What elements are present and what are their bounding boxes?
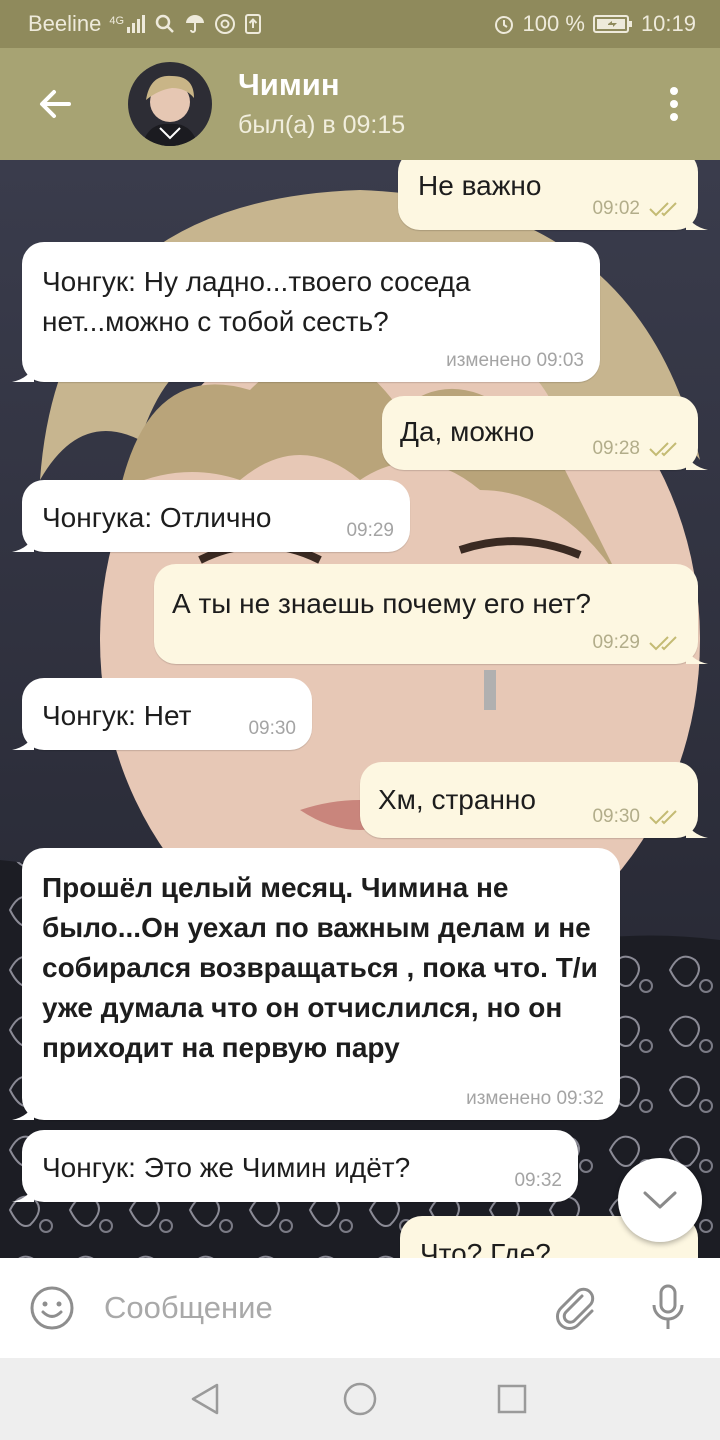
signal-icon: 4G [109,14,146,34]
nav-back-button[interactable] [180,1374,230,1424]
message-time: 09:32 [514,1170,562,1191]
chat-header: Чимин был(а) в 09:15 [0,48,720,160]
bubble-tail [686,452,708,470]
message-meta: изменено 09:32 [466,1088,604,1110]
microphone-icon [652,1284,684,1329]
bubble-tail [12,1102,34,1120]
back-triangle-icon [191,1383,219,1415]
double-check-icon [649,810,677,825]
message-meta: 09:28 [592,438,682,460]
upload-icon [244,13,262,35]
message-meta: 09:32 [514,1170,562,1192]
message-text: Чонгук: Это же Чимин идёт? [42,1152,411,1183]
voice-record-button[interactable] [640,1280,696,1336]
umbrella-icon [184,13,206,35]
message-time: 09:30 [592,806,640,827]
message-text: Прошёл целый месяц. Чимина не было...Он … [42,872,598,1063]
message-time: 09:02 [592,198,640,219]
nav-home-button[interactable] [335,1374,385,1424]
chat-area[interactable]: Не важно 09:02 Чонгук: Ну ладно...твоего… [0,160,720,1258]
bubble-tail [686,646,708,664]
message-meta: 09:29 [346,520,394,542]
message-bubble-incoming[interactable]: Прошёл целый месяц. Чимина не было...Он … [12,848,620,1120]
more-menu-button[interactable] [656,86,692,122]
avatar[interactable] [128,62,212,146]
message-composer [0,1258,720,1358]
search-icon [154,13,176,35]
message-text: Чонгук: Ну ладно...твоего соседа нет...м… [42,266,471,337]
bubble-tail [12,732,34,750]
status-bar: Beeline 4G 100 % 10:19 [0,0,720,48]
scroll-to-bottom-button[interactable] [618,1158,702,1242]
message-time: 09:28 [592,438,640,459]
last-seen: был(а) в 09:15 [238,111,406,139]
back-button[interactable] [0,48,110,160]
chat-title-block[interactable]: Чимин был(а) в 09:15 [238,66,405,142]
message-meta: 09:30 [248,718,296,740]
message-input[interactable] [104,1290,534,1326]
bubble-tail [686,212,708,230]
carrier-label: Beeline [28,11,102,36]
nav-recents-button[interactable] [487,1374,537,1424]
status-left: Beeline 4G [28,11,262,37]
message-bubble-incoming[interactable]: Чонгук: Ну ладно...твоего соседа нет...м… [12,242,600,382]
message-bubble-incoming[interactable]: Чонгука: Отлично 09:29 [12,480,410,552]
message-text: А ты не знаешь почему его нет? [172,588,591,619]
bubble-tail [12,364,34,382]
battery-icon [592,14,633,34]
message-time: 09:30 [248,718,296,739]
message-meta: 09:30 [592,806,682,828]
clock: 10:19 [640,11,696,36]
bubble-tail [12,1184,34,1202]
message-bubble-incoming[interactable]: Чонгук: Это же Чимин идёт? 09:32 [12,1130,578,1202]
arrow-left-icon [40,90,71,118]
message-time: изменено 09:32 [466,1088,604,1109]
message-meta: изменено 09:03 [446,350,584,372]
contact-name: Чимин [238,67,340,102]
home-circle-icon [343,1382,377,1416]
paperclip-icon [556,1287,595,1330]
network-label: 4G [109,15,125,27]
alarm-icon [493,13,515,35]
double-check-icon [649,636,677,651]
battery-percent: 100 % [522,11,585,36]
message-bubble-outgoing[interactable]: А ты не знаешь почему его нет? 09:29 [154,564,708,664]
double-check-icon [649,202,677,217]
more-vertical-icon [670,87,678,121]
message-meta: 09:02 [592,198,682,220]
message-text: Чонгука: Отлично [42,502,272,533]
bubble-tail [12,534,34,552]
at-sign-icon [214,13,236,35]
status-right: 100 % 10:19 [493,11,696,37]
attach-button[interactable] [548,1280,604,1336]
message-bubble-outgoing[interactable]: Не важно 09:02 [398,160,708,230]
system-nav-bar [0,1358,720,1440]
message-time: 09:29 [346,520,394,541]
chevron-down-icon [643,1191,677,1209]
message-time: изменено 09:03 [446,350,584,371]
message-bubble-outgoing[interactable]: Хм, странно 09:30 [360,762,708,838]
message-time: 09:29 [592,632,640,653]
emoji-button[interactable] [0,1258,104,1358]
message-bubble-outgoing[interactable]: Да, можно 09:28 [382,396,708,470]
message-bubble-incoming[interactable]: Чонгук: Нет 09:30 [12,678,312,750]
double-check-icon [649,442,677,457]
bubble-tail [686,820,708,838]
smiley-icon [30,1286,74,1330]
message-meta: 09:29 [592,632,682,654]
recents-square-icon [497,1384,527,1414]
